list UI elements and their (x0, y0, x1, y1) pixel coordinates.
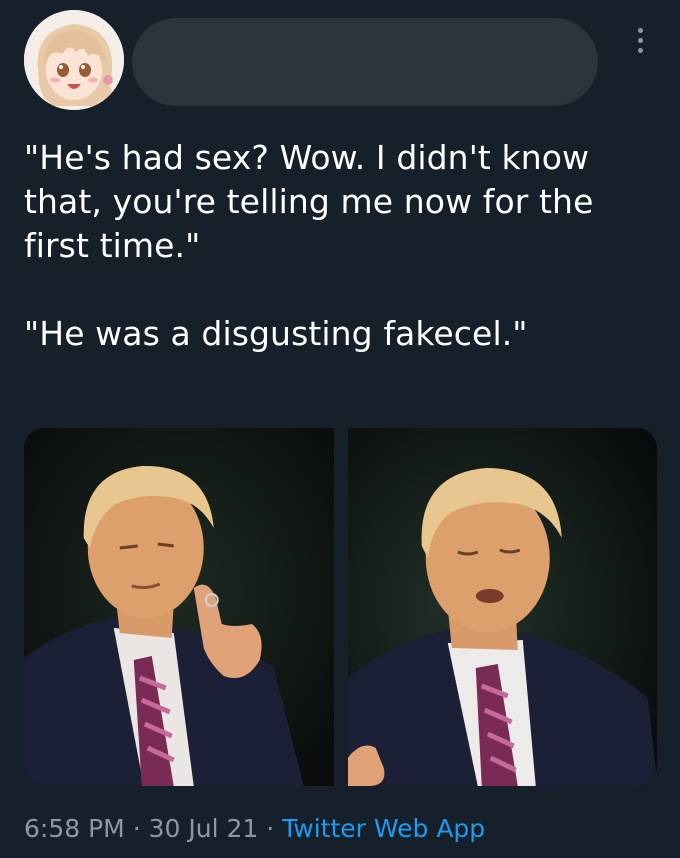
meta-separator: · (266, 814, 275, 843)
tweet-time: 6:58 PM (24, 814, 125, 843)
tweet-photo-1[interactable] (24, 428, 334, 786)
tweet-header (0, 0, 680, 120)
tweet-date: 30 Jul 21 (148, 814, 259, 843)
man-touching-ear-photo (24, 428, 334, 786)
tweet-quote-2: "He was a disgusting fakecel." (24, 314, 528, 353)
tweet-media-grid (24, 428, 657, 786)
user-avatar[interactable] (24, 10, 124, 110)
tweet-quote-1: "He's had sex? Wow. I didn't know that, … (24, 138, 605, 265)
more-vertical-icon (637, 27, 643, 33)
man-speaking-photo (347, 428, 657, 786)
redacted-username[interactable] (132, 18, 598, 106)
anime-girl-avatar-icon (24, 10, 124, 110)
tweet-photo-2[interactable] (347, 428, 657, 786)
more-vertical-icon (637, 47, 643, 53)
tweet-metadata: 6:58 PM · 30 Jul 21 · Twitter Web App (24, 812, 485, 846)
meta-separator: · (132, 814, 141, 843)
more-vertical-icon (637, 37, 643, 43)
more-options-button[interactable] (622, 22, 658, 58)
tweet-source-link[interactable]: Twitter Web App (282, 814, 485, 843)
tweet-text: "He's had sex? Wow. I didn't know that, … (24, 136, 656, 356)
